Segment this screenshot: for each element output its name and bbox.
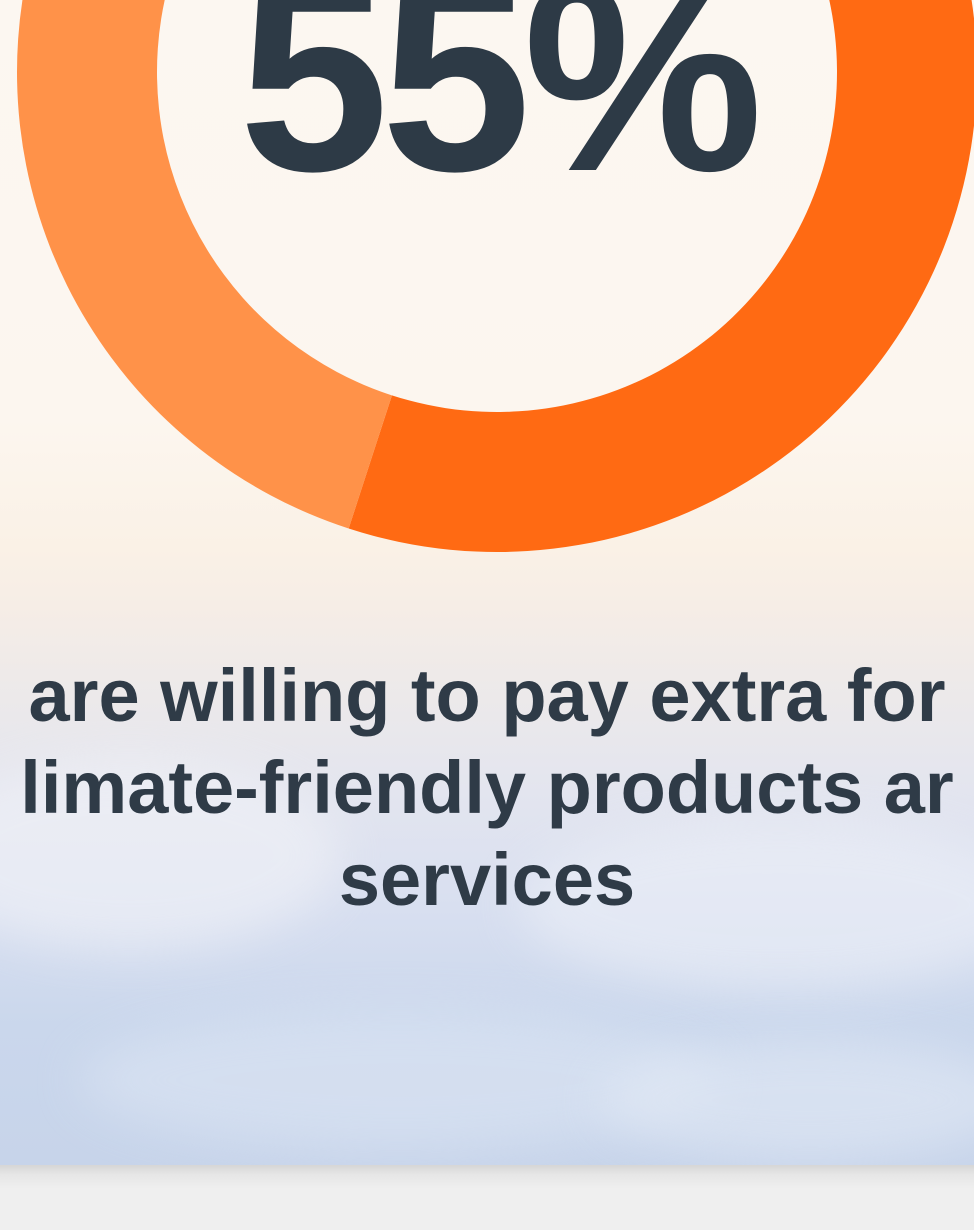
cloud-texture	[80, 1010, 720, 1150]
card-shadow	[0, 1165, 974, 1189]
caption-line: services	[338, 838, 636, 921]
percentage-value: 55%	[239, 0, 760, 228]
sky-background: 55% are willing to pay extra for limate-…	[0, 0, 974, 1165]
infographic-card: 55% are willing to pay extra for limate-…	[0, 0, 974, 1230]
chart-caption: are willing to pay extra for limate-frie…	[0, 650, 974, 926]
donut-chart: 55%	[17, 0, 974, 552]
cloud-texture	[600, 1040, 974, 1160]
caption-line: limate-friendly products ar	[20, 746, 954, 829]
caption-line: are willing to pay extra for	[28, 654, 946, 737]
